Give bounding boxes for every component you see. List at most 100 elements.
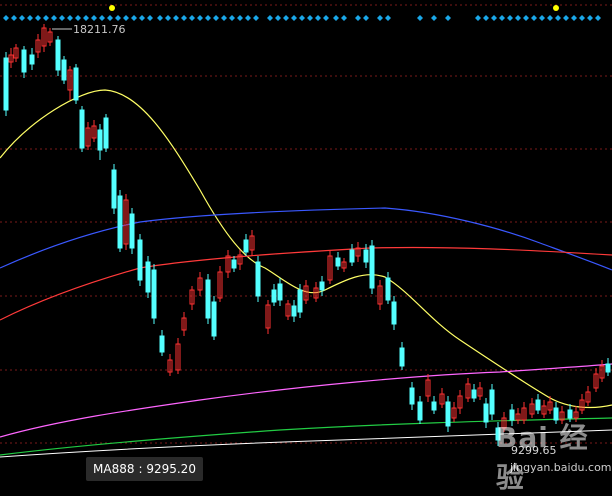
signal-marker-8 bbox=[67, 15, 73, 21]
candle-body-0 bbox=[3, 57, 9, 111]
signal-marker-38 bbox=[315, 15, 321, 21]
signal-marker-4 bbox=[35, 15, 41, 21]
signal-marker-30 bbox=[245, 15, 251, 21]
signal-marker-26 bbox=[213, 15, 219, 21]
baidu-jingyan-watermark: Bai 经验 jingyan.baidu.com bbox=[478, 416, 612, 494]
signal-marker-63 bbox=[587, 15, 593, 21]
candle-body-20 bbox=[129, 213, 135, 249]
signal-marker-47 bbox=[431, 15, 437, 21]
candle-body-56 bbox=[385, 277, 391, 301]
baidu-logo: Bai 经验 bbox=[496, 421, 589, 494]
candle-body-36 bbox=[243, 239, 249, 253]
signal-marker-32 bbox=[267, 15, 273, 21]
signal-marker-50 bbox=[483, 15, 489, 21]
signal-marker-15 bbox=[123, 15, 129, 21]
signal-marker-12 bbox=[99, 15, 105, 21]
signal-marker-54 bbox=[515, 15, 521, 21]
candle-body-11 bbox=[73, 67, 79, 101]
candle-body-78 bbox=[535, 399, 541, 411]
ma-indicator-name: MA888 bbox=[93, 462, 135, 476]
candle-body-53 bbox=[363, 249, 369, 263]
signal-highlight-0 bbox=[109, 5, 115, 11]
signal-marker-24 bbox=[197, 15, 203, 21]
candle-body-9 bbox=[61, 59, 67, 81]
candle-body-54 bbox=[369, 245, 375, 289]
candle-body-51 bbox=[349, 249, 355, 263]
signal-marker-52 bbox=[499, 15, 505, 21]
signal-marker-5 bbox=[43, 15, 49, 21]
candle-body-47 bbox=[319, 281, 325, 291]
peak-price-value: 18211.76 bbox=[73, 23, 126, 36]
signal-marker-21 bbox=[173, 15, 179, 21]
candle-body-3 bbox=[21, 49, 27, 73]
signal-marker-13 bbox=[107, 15, 113, 21]
candle-body-64 bbox=[445, 401, 451, 427]
signal-marker-60 bbox=[563, 15, 569, 21]
signal-marker-62 bbox=[579, 15, 585, 21]
signal-marker-28 bbox=[229, 15, 235, 21]
signal-marker-19 bbox=[157, 15, 163, 21]
signal-marker-16 bbox=[131, 15, 137, 21]
candlestick-chart[interactable] bbox=[0, 0, 612, 484]
candle-body-57 bbox=[391, 301, 397, 325]
watermark-url: jingyan.baidu.com bbox=[510, 461, 612, 474]
signal-marker-1 bbox=[11, 15, 17, 21]
candle-body-49 bbox=[335, 257, 341, 267]
signal-marker-9 bbox=[75, 15, 81, 21]
signal-marker-42 bbox=[355, 15, 361, 21]
signal-marker-56 bbox=[531, 15, 537, 21]
candle-body-59 bbox=[409, 387, 415, 405]
signal-marker-25 bbox=[205, 15, 211, 21]
signal-highlight-1 bbox=[553, 5, 559, 11]
signal-marker-10 bbox=[83, 15, 89, 21]
ma-indicator-value: 9295.20 bbox=[146, 462, 196, 476]
signal-marker-57 bbox=[539, 15, 545, 21]
candle-body-4 bbox=[29, 54, 35, 65]
signal-marker-35 bbox=[291, 15, 297, 21]
signal-marker-43 bbox=[363, 15, 369, 21]
candle-body-40 bbox=[271, 289, 277, 303]
candle-body-43 bbox=[291, 305, 297, 317]
signal-marker-59 bbox=[555, 15, 561, 21]
signal-marker-20 bbox=[165, 15, 171, 21]
signal-marker-41 bbox=[341, 15, 347, 21]
signal-marker-46 bbox=[417, 15, 423, 21]
candle-body-15 bbox=[97, 129, 103, 151]
signal-marker-7 bbox=[59, 15, 65, 21]
signal-marker-36 bbox=[299, 15, 305, 21]
signal-marker-34 bbox=[283, 15, 289, 21]
signal-marker-44 bbox=[377, 15, 383, 21]
signal-marker-49 bbox=[475, 15, 481, 21]
candle-body-44 bbox=[297, 289, 303, 313]
candle-body-18 bbox=[117, 195, 123, 249]
candle-body-22 bbox=[145, 261, 151, 293]
signal-marker-45 bbox=[385, 15, 391, 21]
candle-body-68 bbox=[471, 389, 477, 399]
candle-body-60 bbox=[417, 401, 423, 421]
candle-body-8 bbox=[55, 39, 61, 71]
signal-marker-31 bbox=[253, 15, 259, 21]
signal-marker-22 bbox=[181, 15, 187, 21]
candle-body-12 bbox=[79, 109, 85, 149]
candle-body-31 bbox=[211, 301, 217, 337]
candle-body-89 bbox=[605, 363, 611, 373]
candle-body-71 bbox=[489, 389, 495, 415]
candle-body-16 bbox=[103, 117, 109, 149]
candle-body-38 bbox=[255, 261, 261, 297]
signal-marker-55 bbox=[523, 15, 529, 21]
candle-body-23 bbox=[151, 269, 157, 319]
signal-marker-33 bbox=[275, 15, 281, 21]
signal-marker-17 bbox=[139, 15, 145, 21]
ma-blue-line bbox=[0, 207, 612, 271]
candle-body-21 bbox=[137, 239, 143, 281]
ma-indicator-badge: MA888: 9295.20 bbox=[86, 457, 203, 481]
signal-marker-3 bbox=[27, 15, 33, 21]
peak-price-label: 18211.76 bbox=[73, 23, 126, 36]
signal-marker-39 bbox=[323, 15, 329, 21]
signal-marker-48 bbox=[445, 15, 451, 21]
signal-marker-14 bbox=[115, 15, 121, 21]
signal-marker-2 bbox=[19, 15, 25, 21]
signal-marker-64 bbox=[595, 15, 601, 21]
candle-body-41 bbox=[277, 283, 283, 301]
signal-marker-40 bbox=[333, 15, 339, 21]
